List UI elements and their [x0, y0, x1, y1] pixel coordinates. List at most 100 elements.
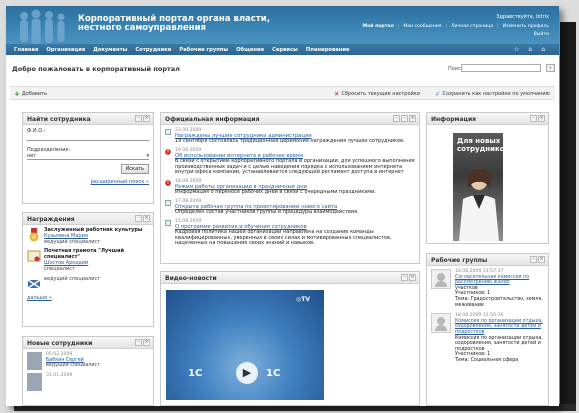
employee-role: ведущий специалист	[46, 363, 100, 369]
list-item: 18.08.2009 Режим работы организации в пр…	[165, 179, 415, 196]
group-topic: Тема: Социальная сфера	[455, 357, 519, 363]
close-icon[interactable]: ×	[409, 274, 416, 281]
document-icon	[165, 129, 171, 135]
lock-icon[interactable]: ⌂	[528, 46, 532, 53]
separator: |	[497, 24, 499, 29]
top-link-edit-profile[interactable]: Изменить профиль	[503, 24, 549, 29]
widget-official-info: Официальная информация – – × 23.09.2009 …	[160, 112, 420, 264]
top-link-personal-page[interactable]: Личная страница	[451, 24, 493, 29]
nav-item-documents[interactable]: Документы	[89, 47, 131, 53]
people-logo-icon	[20, 9, 65, 44]
top-link-messages[interactable]: Мои сообщения	[403, 24, 441, 29]
nav-item-planning[interactable]: Планирование	[302, 47, 354, 53]
nav-icons: ☆ ⌂ ⌂	[514, 46, 545, 53]
close-icon[interactable]: ×	[538, 256, 545, 263]
list-item: 05.02.2009 Бабкин Сергей ведущий специал…	[27, 352, 149, 370]
advanced-search-link[interactable]: расширенный поиск »	[91, 179, 149, 185]
minimize-icon[interactable]: –	[530, 256, 537, 263]
award-text: Почетная грамота "Лучший специалист" Шос…	[44, 249, 149, 272]
minimize-icon[interactable]: –	[393, 115, 400, 122]
nav-item-organization[interactable]: Организация	[42, 47, 89, 53]
group-avatar[interactable]	[431, 313, 451, 334]
widget-header: Найти сотрудника – ×	[23, 113, 153, 125]
nav-item-services[interactable]: Сервисы	[268, 47, 302, 53]
widget-body: Ф.И.О.: Подразделение: нет ▾ Искать расш…	[23, 125, 153, 188]
action-bar: + Добавить ✕ Сбросить текущие настройки …	[10, 86, 555, 100]
news-text: 19 сентября состоялась традиционная цере…	[175, 138, 405, 144]
list-item: 18.08.2009 13:57:37 Согласительная комис…	[431, 269, 544, 308]
award-person-role: специалист	[44, 265, 75, 272]
hire-date: 31.01.2009	[46, 373, 73, 378]
widget-title: Видео-новости	[165, 275, 217, 282]
minimize-icon[interactable]: –	[135, 339, 142, 346]
minimize-icon[interactable]: –	[135, 215, 142, 222]
widget-information: Информация – × Для новых сотрудников	[426, 112, 549, 244]
widget-header: Новые сотрудники – ×	[23, 337, 153, 349]
widget-title: Найти сотрудника	[27, 116, 91, 123]
close-icon[interactable]: ×	[143, 339, 150, 346]
department-select[interactable]: нет ▾	[27, 153, 149, 160]
widget-header: Награждения – ×	[23, 213, 153, 225]
minimize-icon[interactable]: –	[530, 115, 537, 122]
group-name-link[interactable]: Комиссия по организации отдыха, оздоровл…	[455, 319, 544, 336]
widget-new-employees: Новые сотрудники – × 05.02.2009 Бабкин С…	[22, 336, 154, 406]
search-employee-button[interactable]: Искать	[120, 164, 149, 174]
save-default-button[interactable]: ✓ Сохранить как настройки по умолчанию	[435, 90, 550, 98]
close-icon[interactable]: ×	[143, 115, 150, 122]
news-text: Определен состав участников группы и про…	[175, 208, 359, 215]
video-player[interactable]: ◎TV 1С ▶ 1С	[166, 290, 324, 400]
logout-link[interactable]: Выйти	[534, 32, 549, 37]
widget-title: Рабочие группы	[431, 257, 488, 264]
widget-awards: Награждения – × Заслуженный работник кул…	[22, 212, 154, 327]
minimize-icon[interactable]: –	[135, 115, 142, 122]
avatar[interactable]	[27, 373, 42, 391]
news-text: Кадровая политика нашей организации напр…	[175, 228, 392, 247]
avatar[interactable]	[27, 352, 42, 370]
reset-settings-button[interactable]: ✕ Сбросить текущие настройки	[334, 90, 420, 98]
search-input[interactable]	[461, 64, 541, 72]
list-item: 18.08.2009 13:56:30 Комиссия по организа…	[431, 313, 544, 363]
nav-item-communication[interactable]: Общение	[232, 47, 268, 53]
fio-input[interactable]	[27, 134, 149, 141]
group-topic: Тема: Градостроительство, земля, межеван…	[455, 296, 543, 308]
list-item: ведущий специалист	[27, 276, 149, 291]
list-item: 23.09.2009 Награждены лучшие сотрудники …	[165, 128, 415, 145]
nav-item-workgroups[interactable]: Рабочие группы	[175, 47, 232, 53]
minimize-icon[interactable]: –	[401, 274, 408, 281]
close-icon[interactable]: ×	[538, 115, 545, 122]
document-icon	[165, 219, 171, 226]
alert-icon	[165, 148, 171, 155]
widget-find-employee: Найти сотрудника – × Ф.И.О.: Подразделен…	[22, 112, 154, 204]
close-icon[interactable]: –	[401, 115, 408, 122]
widget-controls: – ×	[135, 339, 150, 346]
widget-controls: – ×	[401, 274, 416, 281]
video-brand-left: 1С	[188, 368, 203, 379]
new-employees-banner[interactable]: Для новых сотрудников	[453, 133, 503, 241]
news-text: В связи с открытием корпоративного порта…	[175, 157, 415, 176]
nav-item-home[interactable]: Главная	[10, 47, 42, 53]
award-text: ведущий специалист	[44, 276, 100, 291]
close-icon[interactable]: ×	[409, 115, 416, 122]
user-greeting[interactable]: Здравствуйте, bitrix	[496, 14, 549, 20]
close-icon[interactable]: ×	[143, 215, 150, 222]
group-avatar[interactable]	[431, 269, 451, 289]
document-icon	[165, 199, 171, 206]
star-icon[interactable]: ☆	[514, 46, 519, 53]
widget-body: Заслуженный работник культуры Кузьмина М…	[23, 225, 153, 304]
home-icon[interactable]: ⌂	[541, 46, 545, 53]
widget-video-news: Видео-новости – × ◎TV 1С ▶ 1С	[160, 271, 420, 406]
list-item: Почетная грамота "Лучший специалист" Шос…	[27, 249, 149, 272]
widget-title: Информация	[431, 116, 476, 123]
play-icon[interactable]: ▶	[236, 362, 258, 384]
portal-header: Корпоративный портал органа власти, нест…	[6, 6, 559, 44]
widget-title: Награждения	[27, 216, 75, 223]
top-link-my-portal[interactable]: Мой портал	[363, 24, 394, 29]
add-widget-button[interactable]: + Добавить	[14, 90, 47, 98]
widget-controls: – ×	[135, 215, 150, 222]
nav-item-employees[interactable]: Сотрудники	[131, 47, 175, 53]
awards-more-link[interactable]: дальше »	[27, 295, 52, 301]
widget-header: Информация – ×	[427, 113, 548, 125]
search-go-button[interactable]: ›	[546, 64, 555, 72]
widget-header: Видео-новости – ×	[161, 272, 419, 284]
group-name-link[interactable]: Согласительная комиссия по рассмотрению …	[455, 275, 544, 286]
